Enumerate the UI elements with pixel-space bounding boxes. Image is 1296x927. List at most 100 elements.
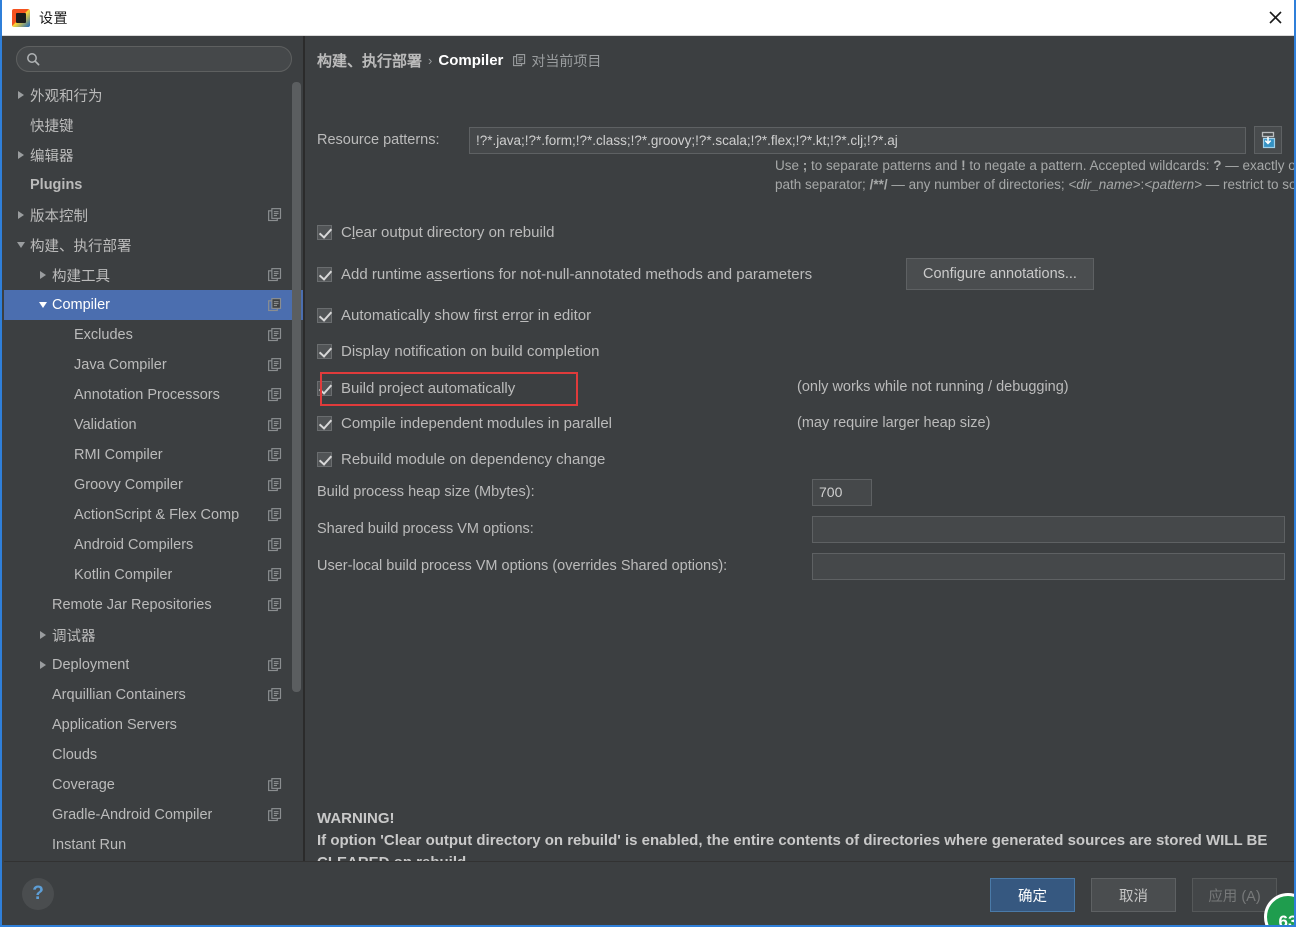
chevron-right-icon[interactable]: [12, 91, 30, 99]
project-scope-icon: [268, 358, 282, 372]
sidebar-item-label: Validation: [74, 417, 137, 433]
sidebar-scrollbar[interactable]: [292, 82, 301, 692]
sidebar-item-excludes[interactable]: Excludes: [4, 320, 304, 350]
chevron-down-icon[interactable]: [12, 242, 30, 248]
chevron-right-icon[interactable]: [12, 211, 30, 219]
apply-button[interactable]: 应用 (A): [1192, 878, 1277, 912]
sidebar-item-arquillian-containers[interactable]: Arquillian Containers: [4, 680, 304, 710]
project-scope-icon: [268, 478, 282, 492]
sidebar-item-groovy-compiler[interactable]: Groovy Compiler: [4, 470, 304, 500]
cancel-button[interactable]: 取消: [1091, 878, 1176, 912]
sidebar-item-[interactable]: 版本控制: [4, 200, 304, 230]
checkbox-compile-independent-modules-in-parallel[interactable]: Compile independent modules in parallel: [317, 415, 612, 432]
configure-annotations-button[interactable]: Configure annotations...: [906, 258, 1094, 290]
checkbox-indicator[interactable]: [317, 416, 332, 431]
checkbox-label: Build project automatically: [341, 380, 515, 397]
project-scope-icon: [268, 778, 282, 792]
breadcrumb: 构建、执行部署 › Compiler 对当前项目: [317, 50, 601, 71]
sidebar-item-label: Android Compilers: [74, 537, 193, 553]
checkbox-build-project-automatically[interactable]: Build project automatically: [317, 380, 515, 397]
project-scope-icon: [268, 598, 282, 612]
page-title: Compiler: [438, 52, 503, 69]
sidebar-item-deployment[interactable]: Deployment: [4, 650, 304, 680]
settings-tree: 外观和行为快捷键编辑器 Plugins版本控制构建、执行部署构建工具 Compile…: [4, 80, 304, 860]
settings-sidebar: 外观和行为快捷键编辑器 Plugins版本控制构建、执行部署构建工具 Compile…: [4, 36, 304, 861]
help-text-d: — exactly one symbol;: [1222, 158, 1296, 173]
sidebar-item-[interactable]: 快捷键: [4, 110, 304, 140]
resource-patterns-input[interactable]: [469, 127, 1246, 154]
close-icon[interactable]: [1252, 0, 1296, 35]
checkbox-display-notification-on-build-completion[interactable]: Display notification on build completion: [317, 343, 599, 360]
sidebar-item-compiler[interactable]: Compiler: [4, 290, 304, 320]
chevron-right-icon[interactable]: [12, 151, 30, 159]
checkbox-indicator[interactable]: [317, 452, 332, 467]
project-scope-icon: [268, 538, 282, 552]
breadcrumb-parent[interactable]: 构建、执行部署: [317, 50, 422, 71]
sidebar-item-android-compilers[interactable]: Android Compilers: [4, 530, 304, 560]
shared-vm-options-input[interactable]: [812, 516, 1285, 543]
sidebar-item-label: Groovy Compiler: [74, 477, 183, 493]
help-text-h: — restrict to source roots with the spec…: [1202, 177, 1296, 192]
search-box[interactable]: [16, 46, 292, 72]
checkbox-automatically-show-first-error-in-editor[interactable]: Automatically show first error in editor: [317, 307, 591, 324]
import-patterns-icon[interactable]: [1254, 126, 1282, 154]
user-local-vm-options-input-label: User-local build process VM options (ove…: [317, 558, 727, 574]
checkbox-rebuild-module-on-dependency-change[interactable]: Rebuild module on dependency change: [317, 451, 605, 468]
chevron-right-icon[interactable]: [34, 631, 52, 639]
sidebar-item-rmi-compiler[interactable]: RMI Compiler: [4, 440, 304, 470]
checkbox-clear-output-directory-on-rebuild[interactable]: Clear output directory on rebuild: [317, 224, 554, 241]
chevron-right-icon[interactable]: [34, 271, 52, 279]
sidebar-item-label: 编辑器: [30, 145, 74, 166]
sidebar-item-[interactable]: 外观和行为: [4, 80, 304, 110]
sidebar-item-label: Remote Jar Repositories: [52, 597, 212, 613]
sidebar-item-actionscript-flex-comp[interactable]: ActionScript & Flex Comp: [4, 500, 304, 530]
title-bar: 设置: [2, 0, 1296, 36]
checkbox-indicator[interactable]: [317, 308, 332, 323]
sidebar-item-label: 构建工具: [52, 265, 110, 286]
sidebar-item-label: Compiler: [52, 297, 110, 313]
project-scope-icon: [268, 658, 282, 672]
checkbox-indicator[interactable]: [317, 267, 332, 282]
checkbox-indicator[interactable]: [317, 344, 332, 359]
sidebar-item-kotlin-compiler[interactable]: Kotlin Compiler: [4, 560, 304, 590]
checkbox-indicator[interactable]: [317, 381, 332, 396]
heap-size-input-row: Build process heap size (Mbytes):: [317, 484, 535, 500]
sidebar-item-label: Arquillian Containers: [52, 687, 186, 703]
chevron-down-icon[interactable]: [34, 302, 52, 308]
sidebar-item-validation[interactable]: Validation: [4, 410, 304, 440]
checkbox-indicator[interactable]: [317, 225, 332, 240]
sidebar-item-label: Deployment: [52, 657, 129, 673]
search-input[interactable]: [40, 48, 291, 70]
project-scope-icon: [268, 508, 282, 522]
sidebar-item-[interactable]: 构建工具: [4, 260, 304, 290]
sidebar-item-clouds[interactable]: Clouds: [4, 740, 304, 770]
sidebar-item-plugins[interactable]: Plugins: [4, 170, 304, 200]
sidebar-item-label: 外观和行为: [30, 85, 103, 106]
checkbox-add-runtime-assertions-for-not-null-annotated-methods-and-parameters[interactable]: Add runtime assertions for not-null-anno…: [317, 266, 812, 283]
shared-vm-options-input-label: Shared build process VM options:: [317, 521, 534, 537]
sidebar-item-remote-jar-repositories[interactable]: Remote Jar Repositories: [4, 590, 304, 620]
sidebar-item-instant-run[interactable]: Instant Run: [4, 830, 304, 860]
sidebar-item-[interactable]: 构建、执行部署: [4, 230, 304, 260]
sidebar-item-label: ActionScript & Flex Comp: [74, 507, 239, 523]
window-title: 设置: [39, 8, 68, 28]
sidebar-item-label: Clouds: [52, 747, 97, 763]
sidebar-item-[interactable]: 调试器: [4, 620, 304, 650]
sidebar-item-application-servers[interactable]: Application Servers: [4, 710, 304, 740]
sidebar-item-label: Excludes: [74, 327, 133, 343]
sidebar-item-gradle-android-compiler[interactable]: Gradle-Android Compiler: [4, 800, 304, 830]
heap-size-input[interactable]: [812, 479, 872, 506]
sidebar-item-[interactable]: 编辑器: [4, 140, 304, 170]
sidebar-item-coverage[interactable]: Coverage: [4, 770, 304, 800]
help-globstar: /**/: [870, 177, 888, 192]
chevron-right-icon[interactable]: [34, 661, 52, 669]
sidebar-item-java-compiler[interactable]: Java Compiler: [4, 350, 304, 380]
help-question-icon[interactable]: ?: [22, 878, 54, 910]
intellij-idea-icon: [12, 9, 30, 27]
user-local-vm-options-input[interactable]: [812, 553, 1285, 580]
sidebar-item-label: Application Servers: [52, 717, 177, 733]
project-scope-icon: [268, 388, 282, 402]
sidebar-item-annotation-processors[interactable]: Annotation Processors: [4, 380, 304, 410]
ok-button[interactable]: 确定: [990, 878, 1075, 912]
checkbox-label: Display notification on build completion: [341, 343, 599, 360]
